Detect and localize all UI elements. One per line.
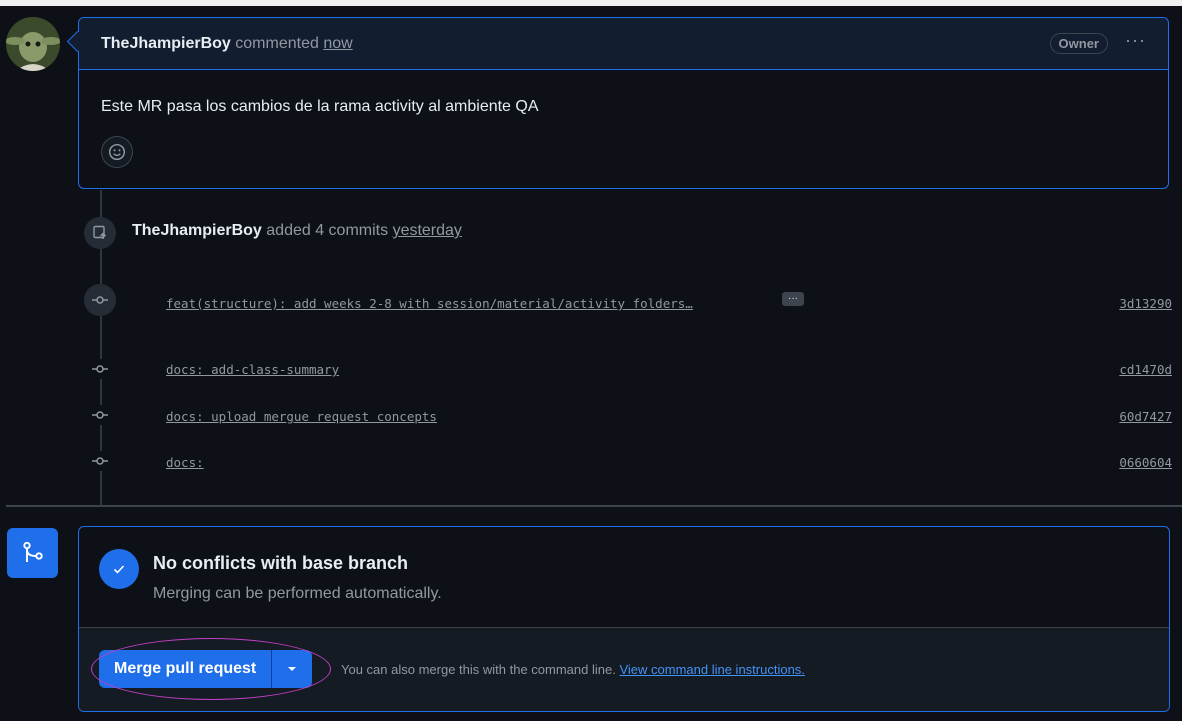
git-commit-icon	[92, 365, 108, 373]
commit-message-link[interactable]: docs: upload mergue request concepts	[166, 409, 437, 424]
commit-message-link[interactable]: docs: add-class-summary	[166, 362, 339, 377]
merge-status-title: No conflicts with base branch	[153, 553, 409, 573]
comment-time[interactable]: now	[323, 35, 352, 53]
merge-status-subtitle: Merging can be performed automatically.	[153, 585, 442, 602]
commit-sha-link[interactable]: 3d13290	[1119, 296, 1172, 311]
commit-node	[84, 284, 116, 316]
smiley-icon	[108, 143, 126, 161]
git-merge-icon	[22, 541, 43, 562]
push-event-text: TheJhampierBoy added 4 commits yesterday	[132, 222, 462, 240]
comment-header: TheJhampierBoy commented now Owner ···	[66, 18, 1168, 70]
commit-sha-link[interactable]: 0660604	[1119, 455, 1172, 470]
top-edge	[0, 0, 1182, 6]
timeline-divider	[6, 505, 1182, 507]
push-time[interactable]: yesterday	[393, 222, 462, 239]
command-line-hint-text: You can also merge this with the command…	[341, 662, 616, 677]
repo-push-icon	[93, 225, 106, 239]
git-commit-icon	[92, 411, 108, 419]
triangle-down-icon	[288, 667, 297, 671]
push-author[interactable]: TheJhampierBoy	[132, 222, 262, 239]
commit-sha-link[interactable]: 60d7427	[1119, 409, 1172, 424]
comment-arrow	[66, 30, 89, 53]
comment-menu-button[interactable]: ···	[1125, 30, 1146, 51]
commit-message-link[interactable]: feat(structure): add weeks 2-8 with sess…	[166, 296, 693, 311]
yoda-avatar-icon	[6, 17, 60, 71]
commit-expand-button[interactable]: ···	[782, 292, 804, 306]
avatar[interactable]	[6, 17, 60, 71]
merge-method-dropdown-button[interactable]	[272, 650, 313, 688]
merge-status: No conflicts with base branch Merging ca…	[79, 527, 1169, 627]
merge-box: No conflicts with base branch Merging ca…	[78, 526, 1170, 712]
check-badge	[99, 549, 139, 589]
command-line-instructions-link[interactable]: View command line instructions.	[619, 662, 804, 677]
merge-actions: Merge pull request You can also merge th…	[79, 627, 1169, 711]
add-reaction-button[interactable]	[101, 136, 133, 168]
comment-author[interactable]: TheJhampierBoy	[101, 35, 231, 53]
repo-push-badge	[84, 217, 116, 249]
owner-badge: Owner	[1049, 33, 1108, 54]
commit-node	[88, 405, 112, 425]
comment-box: TheJhampierBoy commented now Owner ··· E…	[66, 17, 1169, 189]
merge-pull-request-button[interactable]: Merge pull request	[99, 650, 273, 688]
git-commit-icon	[92, 457, 108, 465]
merge-button-group: Merge pull request	[99, 650, 313, 688]
commit-sha-link[interactable]: cd1470d	[1119, 362, 1172, 377]
comment-body: Este MR pasa los cambios de la rama acti…	[101, 98, 539, 115]
git-commit-icon	[92, 296, 108, 304]
command-line-hint: You can also merge this with the command…	[341, 662, 805, 677]
commit-node	[88, 451, 112, 471]
commit-message-link[interactable]: docs:	[166, 455, 204, 470]
push-action: added 4 commits	[266, 222, 389, 239]
commit-node	[88, 359, 112, 379]
merge-status-badge	[7, 528, 58, 578]
comment-action: commented	[235, 34, 319, 52]
check-icon	[113, 565, 125, 574]
